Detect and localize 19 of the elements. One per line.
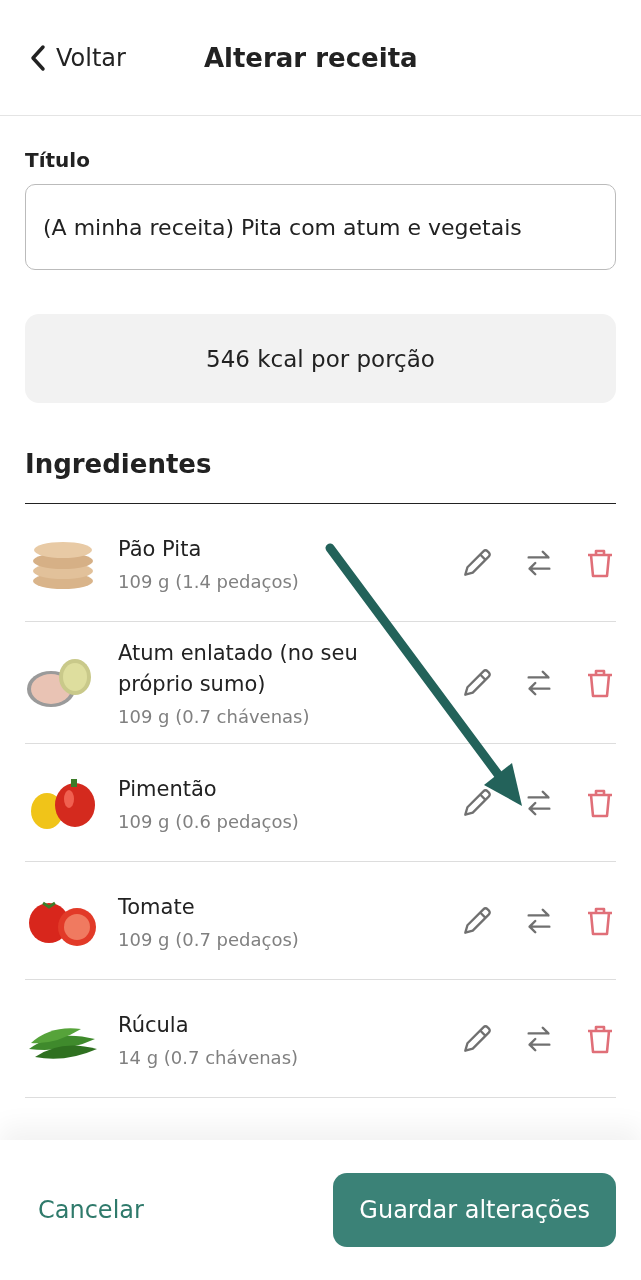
calories-panel: 546 kcal por porção <box>25 314 616 403</box>
ingredient-amount: 109 g (0.7 chávenas) <box>118 706 311 727</box>
ingredient-name: Pimentão <box>118 775 218 803</box>
field-label: Título <box>25 148 91 172</box>
screen-title: Alterar receita <box>203 42 418 73</box>
ingredient-name: Rúcula <box>118 1011 190 1039</box>
back-button[interactable]: Voltar <box>30 43 126 72</box>
chevron-left-icon <box>30 43 46 72</box>
ingredient-amount: 109 g (0.6 pedaços) <box>118 810 300 832</box>
ingredient-name: Pão Pita <box>118 535 203 563</box>
ingredient-name: Atum enlatado (no seu próprio sumo) <box>118 640 359 698</box>
ingredient-name: Tomate <box>118 893 196 921</box>
title-input-field[interactable]: (A minha receita) Pita com atum e vegetais <box>25 184 616 270</box>
ingredient-amount: 14 g (0.7 chávenas) <box>118 1046 300 1068</box>
ingredient-amount: 109 g (1.4 pedaços) <box>118 570 300 592</box>
cancel-link[interactable]: Cancelar <box>38 1196 144 1224</box>
section-heading: Ingredientes <box>25 449 213 479</box>
ingredient-amount: 109 g (0.7 pedaços) <box>118 928 300 950</box>
save-button[interactable]: Guardar alterações <box>333 1173 616 1247</box>
